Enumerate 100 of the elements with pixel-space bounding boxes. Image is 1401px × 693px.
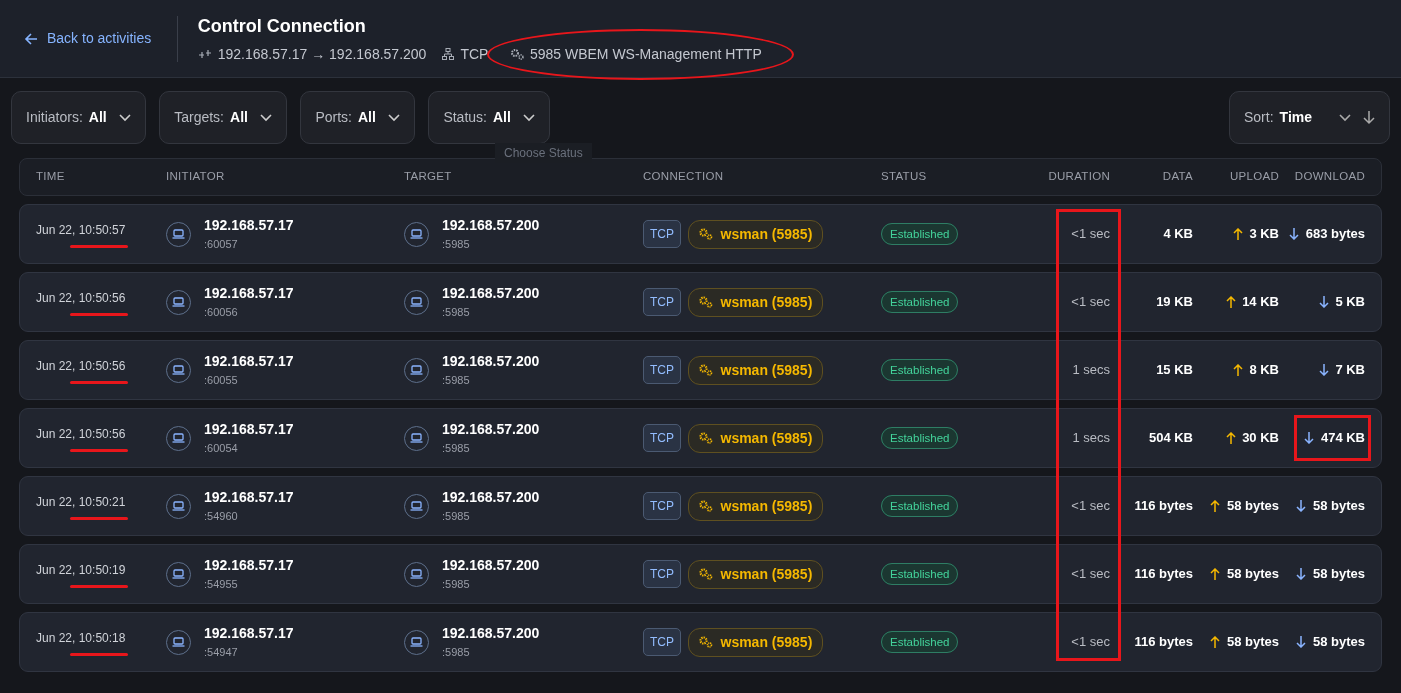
service-badge: wsman (5985)	[687, 219, 824, 249]
port-number: :5985	[442, 645, 471, 661]
status-badge: Established	[881, 359, 959, 382]
ip-address: 192.168.57.200	[442, 216, 540, 236]
sort-descending-icon	[1363, 110, 1375, 125]
ip-address: 192.168.57.200	[442, 352, 540, 372]
port-number: :54947	[204, 645, 239, 661]
port-number: :5985	[442, 577, 471, 593]
download-arrow-icon	[1289, 228, 1300, 240]
service-badge: wsman (5985)	[687, 559, 824, 589]
filter-dropdown[interactable]: Status: All	[428, 91, 551, 144]
download-arrow-icon	[1304, 432, 1315, 444]
back-link[interactable]: Back to activities	[24, 15, 179, 62]
protocol-badge: TCP	[643, 628, 681, 656]
status-badge: Established	[881, 223, 959, 246]
upload-arrow-icon	[1225, 432, 1236, 444]
port-number: :54960	[204, 509, 239, 525]
data-size: 19 KB	[1155, 293, 1193, 312]
duration-text: <1 sec	[1070, 225, 1110, 244]
upload-size: 14 KB	[1242, 293, 1279, 312]
filter-dropdown[interactable]: Ports: All	[300, 91, 416, 144]
service-badge: wsman (5985)	[687, 491, 824, 521]
upload-arrow-icon	[1210, 500, 1221, 512]
protocol-badge: TCP	[643, 220, 681, 248]
port-number: :5985	[442, 373, 471, 389]
chevron-icon	[1338, 113, 1351, 122]
service-badge: wsman (5985)	[687, 355, 824, 385]
upload-arrow-icon	[1232, 228, 1243, 240]
data-size: 504 KB	[1147, 429, 1193, 448]
download-size: 58 bytes	[1312, 497, 1365, 516]
column-header: DOWNLOAD	[1293, 169, 1365, 185]
status-badge: Established	[881, 427, 959, 450]
protocol-badge: TCP	[643, 356, 681, 384]
ip-address: 192.168.57.200	[442, 488, 540, 508]
column-header: INITIATOR	[166, 169, 226, 185]
upload-arrow-icon	[1225, 296, 1236, 308]
chevron-icon	[119, 113, 132, 122]
ip-address: 192.168.57.200	[442, 556, 540, 576]
status-badge: Established	[881, 291, 959, 314]
upload-arrow-icon	[1210, 568, 1221, 580]
port-number: :5985	[442, 509, 471, 525]
ip-address: 192.168.57.200	[442, 284, 540, 304]
service-badge: wsman (5985)	[687, 287, 824, 317]
download-size: 5 KB	[1335, 293, 1365, 312]
duration-text: <1 sec	[1070, 497, 1110, 516]
data-size: 15 KB	[1155, 361, 1193, 380]
upload-arrow-icon	[1232, 364, 1243, 376]
port-number: :60057	[204, 237, 239, 253]
page-title: Control Connection	[197, 14, 367, 38]
data-size: 4 KB	[1162, 225, 1193, 244]
upload-size: 3 KB	[1249, 225, 1279, 244]
ip-address: 192.168.57.200	[442, 624, 540, 644]
service-badge: wsman (5985)	[687, 627, 824, 657]
column-header: UPLOAD	[1228, 169, 1279, 185]
filter-dropdown[interactable]: Targets: All	[159, 91, 288, 144]
port-number: :60054	[204, 441, 239, 457]
column-header: DURATION	[1047, 169, 1110, 185]
service-text: 5985 WBEM WS-Management HTTP	[529, 44, 762, 64]
protocol-badge: TCP	[643, 560, 681, 588]
download-size: 474 KB	[1320, 429, 1365, 448]
upload-size: 58 bytes	[1226, 633, 1279, 652]
column-header: DATA	[1161, 169, 1193, 185]
port-number: :54955	[204, 577, 239, 593]
download-size: 683 bytes	[1305, 225, 1365, 244]
chevron-icon	[523, 113, 536, 122]
endpoints-text: 192.168.57.17 → 192.168.57.200	[217, 44, 427, 64]
download-size: 58 bytes	[1312, 565, 1365, 584]
ip-address: 192.168.57.200	[442, 420, 540, 440]
column-header: TIME	[36, 169, 66, 185]
column-header: CONNECTION	[643, 169, 725, 185]
time-text: Jun 22, 10:50:18	[36, 629, 127, 647]
data-size: 116 bytes	[1133, 497, 1193, 516]
data-size: 116 bytes	[1133, 565, 1193, 584]
time-text: Jun 22, 10:50:56	[36, 357, 127, 375]
ip-address: 192.168.57.17	[204, 284, 294, 304]
duration-text: 1 secs	[1071, 361, 1110, 380]
ip-address: 192.168.57.17	[204, 488, 294, 508]
download-arrow-icon	[1296, 500, 1307, 512]
filter-dropdown[interactable]: Initiators: All	[11, 91, 147, 144]
service-badge: wsman (5985)	[687, 423, 824, 453]
time-text: Jun 22, 10:50:21	[36, 493, 127, 511]
time-text: Jun 22, 10:50:57	[36, 221, 127, 239]
upload-size: 58 bytes	[1226, 497, 1279, 516]
time-text: Jun 22, 10:50:56	[36, 289, 127, 307]
protocol-badge: TCP	[643, 492, 681, 520]
ip-address: 192.168.57.17	[204, 216, 294, 236]
ip-address: 192.168.57.17	[204, 624, 294, 644]
duration-text: 1 secs	[1071, 429, 1110, 448]
sort-dropdown[interactable]: Sort: Time	[1229, 91, 1390, 144]
download-size: 58 bytes	[1312, 633, 1365, 652]
download-arrow-icon	[1296, 568, 1307, 580]
download-arrow-icon	[1318, 296, 1329, 308]
status-badge: Established	[881, 495, 959, 518]
port-number: :60056	[204, 305, 239, 321]
status-badge: Established	[881, 631, 959, 654]
column-header: STATUS	[881, 169, 928, 185]
port-number: :5985	[442, 237, 471, 253]
network-icon	[442, 48, 455, 60]
port-number: :60055	[204, 373, 239, 389]
download-arrow-icon	[1318, 364, 1329, 376]
